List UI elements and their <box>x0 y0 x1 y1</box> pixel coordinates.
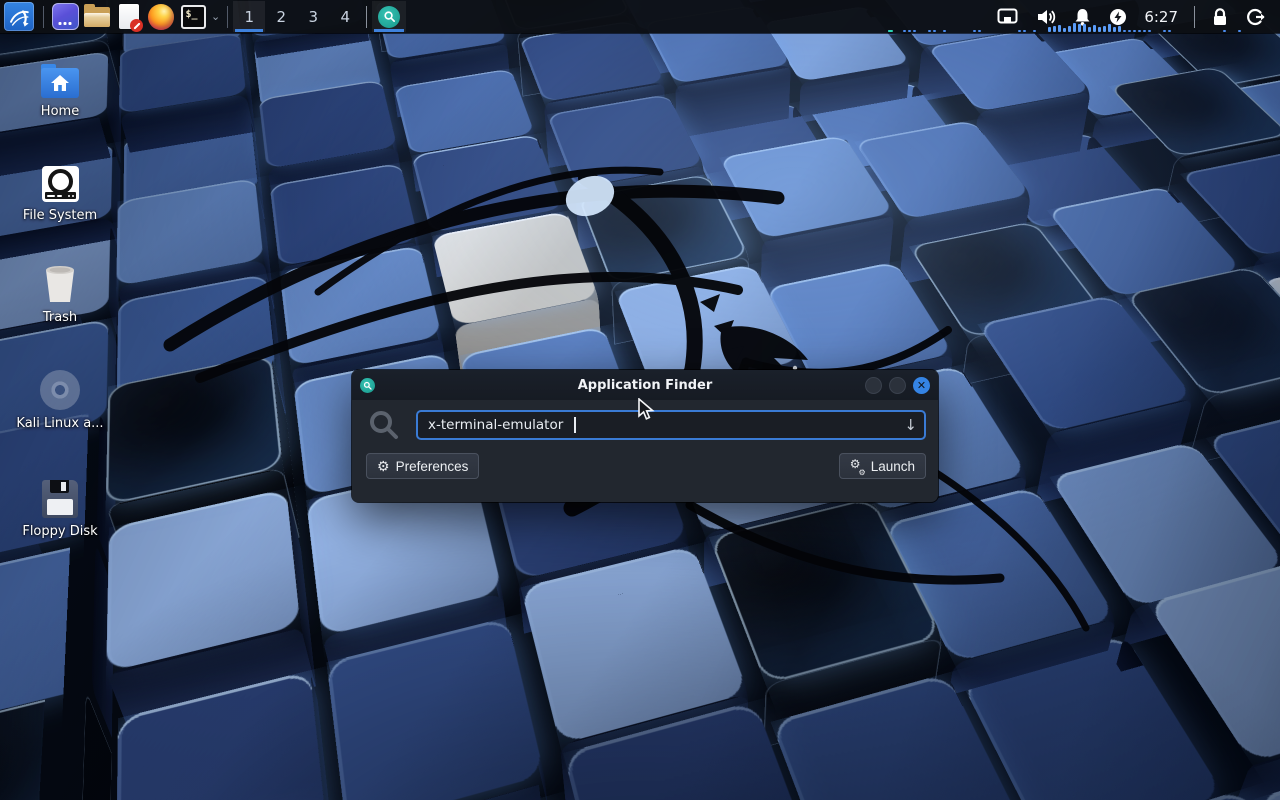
purple-terminal-icon <box>52 3 79 30</box>
desktop-icon-trash[interactable]: Trash <box>5 262 115 325</box>
search-input[interactable] <box>416 410 926 440</box>
panel-separator <box>366 6 367 28</box>
launcher-terminal-emulator[interactable]: $_ <box>177 1 209 32</box>
maximize-button[interactable] <box>889 377 906 394</box>
search-icon <box>366 409 402 441</box>
launcher-file-manager[interactable] <box>81 1 113 32</box>
preferences-button[interactable]: ⚙ Preferences <box>366 453 479 479</box>
applications-menu-button[interactable] <box>4 2 34 31</box>
desktop-icon-label: Kali Linux a... <box>16 416 103 431</box>
launcher-web-browser[interactable] <box>145 1 177 32</box>
taskbar-application-finder[interactable] <box>372 1 406 32</box>
panel-clock[interactable]: 6:27 <box>1136 8 1186 26</box>
workspace-2[interactable]: 2 <box>265 1 297 32</box>
floppy-disk-icon <box>42 476 78 518</box>
close-icon: ✕ <box>917 380 926 391</box>
text-editor-icon <box>119 4 139 29</box>
window-titlebar[interactable]: Application Finder ✕ <box>352 370 938 400</box>
close-button[interactable]: ✕ <box>913 377 930 394</box>
hard-drive-icon <box>42 160 79 202</box>
window-title: Application Finder <box>352 378 938 393</box>
app-finder-icon <box>378 6 400 28</box>
lock-screen-button[interactable] <box>1203 1 1237 32</box>
file-manager-icon <box>84 7 110 27</box>
minimize-button[interactable] <box>865 377 882 394</box>
logout-button[interactable] <box>1237 1 1274 32</box>
desktop-icon-label: Floppy Disk <box>22 524 97 539</box>
workspace-3[interactable]: 3 <box>297 1 329 32</box>
panel-separator <box>227 6 228 28</box>
kali-logo-icon <box>7 5 31 29</box>
launcher-terminal-app[interactable] <box>49 1 81 32</box>
application-finder-window: Application Finder ✕ ↓ ⚙ Preferences ⚙⚙ <box>352 370 938 502</box>
chevron-down-icon[interactable]: ⌄ <box>211 10 220 23</box>
desktop-icon-file-system[interactable]: File System <box>5 160 115 223</box>
power-manager-tray-icon[interactable] <box>1100 1 1136 32</box>
volume-tray-icon[interactable] <box>1027 1 1065 32</box>
desktop-icon-home[interactable]: Home <box>5 56 115 119</box>
launcher-text-editor[interactable] <box>113 1 145 32</box>
trash-basket-icon <box>41 262 79 304</box>
workspace-4[interactable]: 4 <box>329 1 361 32</box>
launch-gears-icon: ⚙⚙ <box>850 459 865 474</box>
panel-separator <box>1194 6 1195 28</box>
workspace-1[interactable]: 1 <box>233 1 265 32</box>
firefox-icon <box>148 4 174 30</box>
cd-disc-icon <box>40 368 80 410</box>
house-glyph <box>50 74 70 92</box>
desktop-icon-label: Trash <box>43 310 77 325</box>
desktop-icon-kali-cd[interactable]: Kali Linux a... <box>5 368 115 431</box>
dropdown-arrow-icon[interactable]: ↓ <box>904 416 917 434</box>
gear-icon: ⚙ <box>377 459 390 473</box>
desktop-icon-label: File System <box>23 208 97 223</box>
top-panel: $_ ⌄ 1 2 3 4 6:27 <box>0 0 1280 33</box>
terminal-icon: $_ <box>181 5 206 29</box>
network-tray-icon[interactable] <box>988 1 1027 32</box>
desktop-icon-label: Home <box>41 104 79 119</box>
text-caret <box>574 417 576 433</box>
launch-button[interactable]: ⚙⚙ Launch <box>839 453 926 479</box>
desktop-icon-floppy[interactable]: Floppy Disk <box>5 476 115 539</box>
notifications-bell-icon[interactable] <box>1065 1 1100 32</box>
panel-separator <box>43 6 44 28</box>
home-folder-icon <box>41 56 79 98</box>
